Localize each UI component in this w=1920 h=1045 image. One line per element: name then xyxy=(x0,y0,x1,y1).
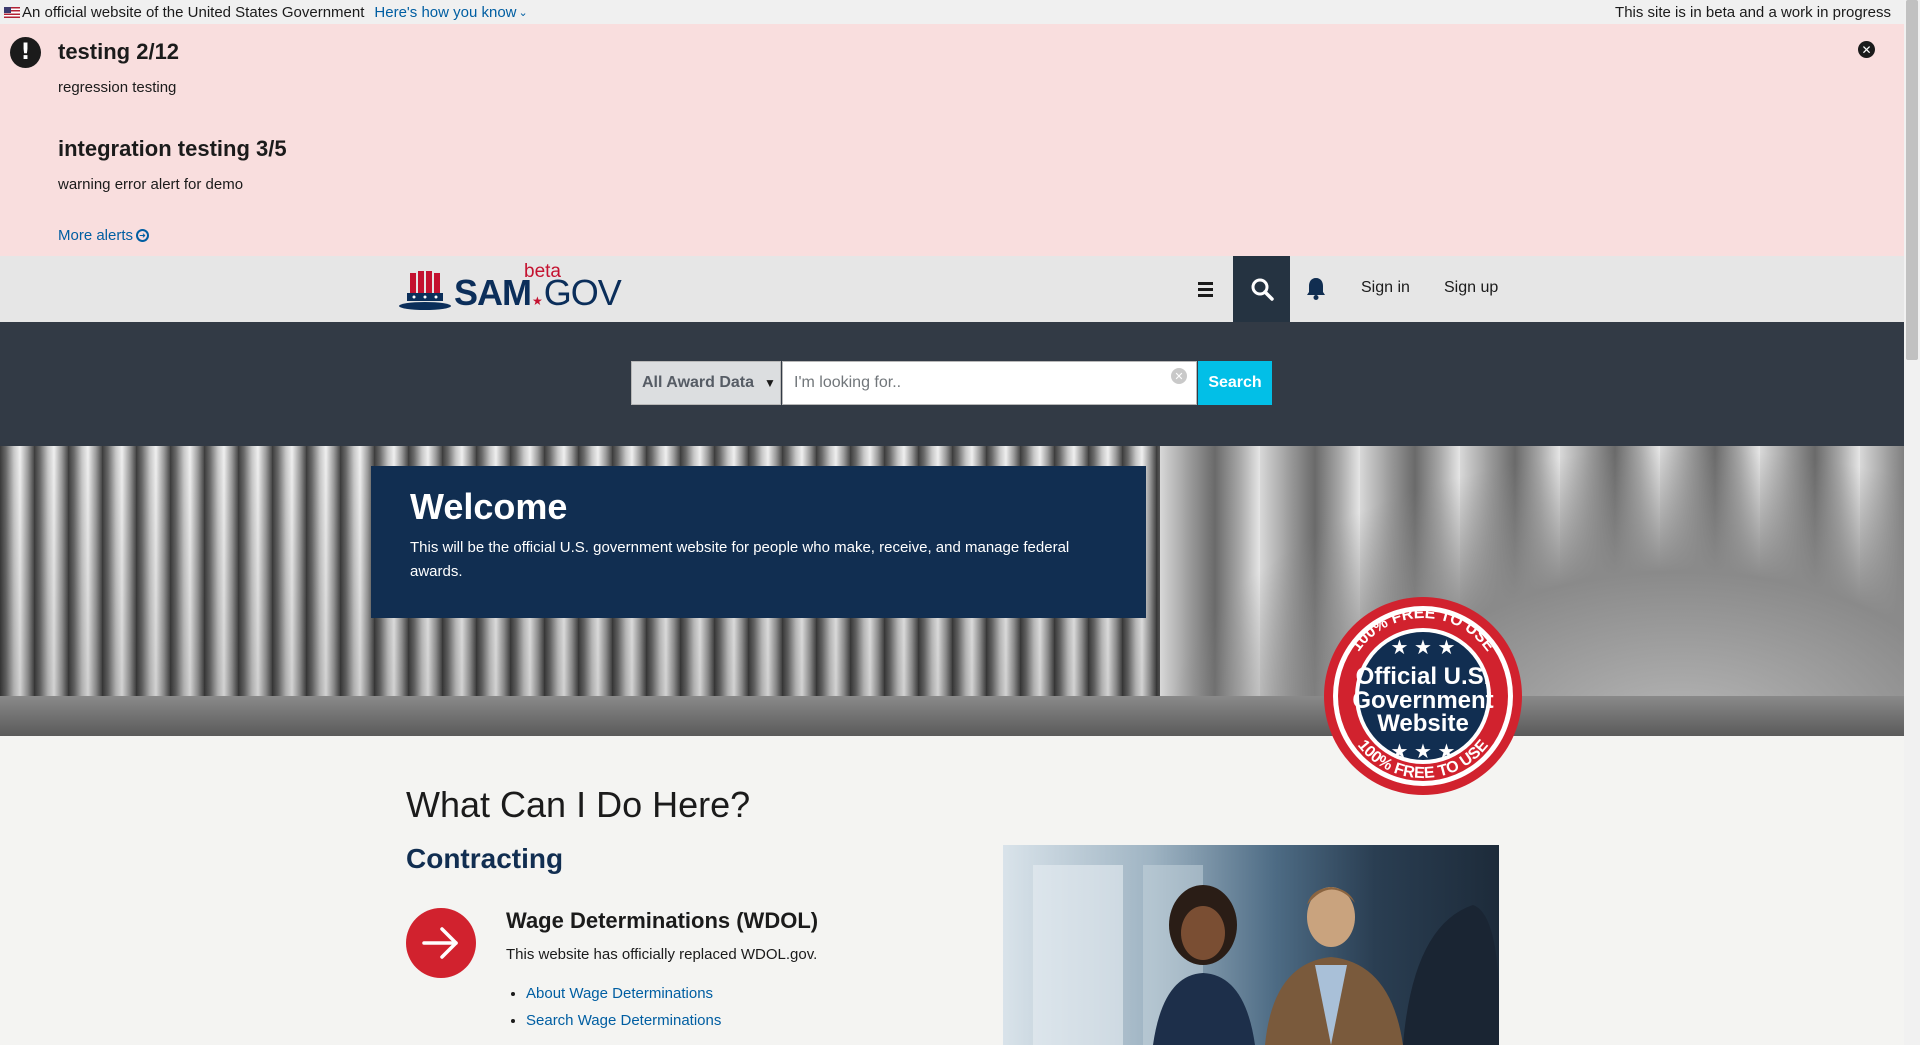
search-icon xyxy=(1251,278,1274,301)
card-title: Wage Determinations (WDOL) xyxy=(506,908,819,933)
site-header: beta SAM ★ GOV Sign in Sign up xyxy=(0,256,1904,322)
logo-beta: beta xyxy=(524,261,561,282)
badge-line3: Website xyxy=(1377,710,1469,737)
official-site-text: An official website of the United States… xyxy=(22,3,365,21)
section-title: What Can I Do Here? xyxy=(406,784,751,825)
chevron-down-icon: ⌄ xyxy=(518,6,528,19)
alert-item: testing 2/12 regression testing xyxy=(58,39,179,96)
star-icon: ★ ★ ★ xyxy=(1391,637,1456,659)
wage-determinations-arrow-button[interactable] xyxy=(406,908,476,978)
welcome-box: Welcome This will be the official U.S. g… xyxy=(371,466,1146,618)
star-icon: ★ xyxy=(532,294,543,308)
alert-body: warning error alert for demo xyxy=(58,176,244,193)
business-people-photo xyxy=(1003,845,1499,1045)
clear-icon[interactable]: ✕ xyxy=(1171,368,1187,384)
hero-banner: Welcome This will be the official U.S. g… xyxy=(0,446,1904,736)
column-image xyxy=(1160,446,1904,736)
alerts-banner: ! ✕ testing 2/12 regression testing inte… xyxy=(0,24,1904,256)
header-search-button[interactable] xyxy=(1233,256,1290,322)
alert-title: testing 2/12 xyxy=(58,39,180,64)
welcome-text: This will be the official U.S. governmen… xyxy=(410,539,1070,580)
beta-notice: This site is in beta and a work in progr… xyxy=(1615,3,1891,21)
exclamation-icon: ! xyxy=(10,37,41,68)
badge-line1: Official U.S. xyxy=(1356,663,1491,690)
card-text: This website has officially replaced WDO… xyxy=(506,946,818,963)
heres-how-you-know-link[interactable]: Here's how you know ⌄ xyxy=(374,4,527,21)
chevron-down-icon: ▼ xyxy=(764,376,776,390)
search-button[interactable]: Search xyxy=(1198,361,1272,405)
official-website-badge: 100% FREE TO USE 100% FREE TO USE ★ ★ ★ … xyxy=(1324,597,1522,795)
section-subtitle: Contracting xyxy=(406,843,564,874)
bell-icon[interactable] xyxy=(1305,276,1327,300)
uncle-sam-hat-icon xyxy=(399,271,451,310)
domain-select-value: All Award Data xyxy=(642,374,755,391)
alert-body: regression testing xyxy=(58,79,177,96)
sign-in-link[interactable]: Sign in xyxy=(1361,279,1410,297)
search-input[interactable] xyxy=(782,361,1197,405)
column-base-image xyxy=(0,696,1904,736)
hamburger-menu-icon[interactable] xyxy=(1198,278,1218,300)
more-alerts-link[interactable]: More alerts ➜ xyxy=(58,227,150,244)
sam-gov-logo[interactable]: beta SAM ★ GOV xyxy=(398,261,622,313)
people-image xyxy=(1033,865,1499,1045)
close-icon[interactable]: ✕ xyxy=(1858,41,1875,58)
welcome-title: Welcome xyxy=(410,486,568,527)
sign-up-link[interactable]: Sign up xyxy=(1444,279,1498,297)
scrollbar-thumb[interactable] xyxy=(1906,0,1918,360)
card-links: About Wage Determinations Search Wage De… xyxy=(526,985,721,1039)
about-wage-determinations-link[interactable]: About Wage Determinations xyxy=(526,985,721,1002)
star-icon: ★ ★ ★ xyxy=(1391,741,1456,763)
search-wage-determinations-link[interactable]: Search Wage Determinations xyxy=(526,1012,721,1029)
domain-select[interactable]: All Award Data ▼ xyxy=(631,361,781,405)
us-flag-icon xyxy=(4,6,20,18)
arrow-right-circle-icon: ➜ xyxy=(136,229,150,242)
heres-how-you-know-label[interactable]: Here's how you know xyxy=(374,4,516,21)
more-alerts-label[interactable]: More alerts xyxy=(58,227,133,244)
alert-item: integration testing 3/5 warning error al… xyxy=(58,136,287,193)
alert-title: integration testing 3/5 xyxy=(58,136,287,161)
search-band: All Award Data ▼ ✕ Search xyxy=(0,322,1904,446)
arrow-right-icon xyxy=(422,927,458,959)
logo-sam: SAM xyxy=(454,272,532,313)
gov-banner: An official website of the United States… xyxy=(0,0,1904,24)
